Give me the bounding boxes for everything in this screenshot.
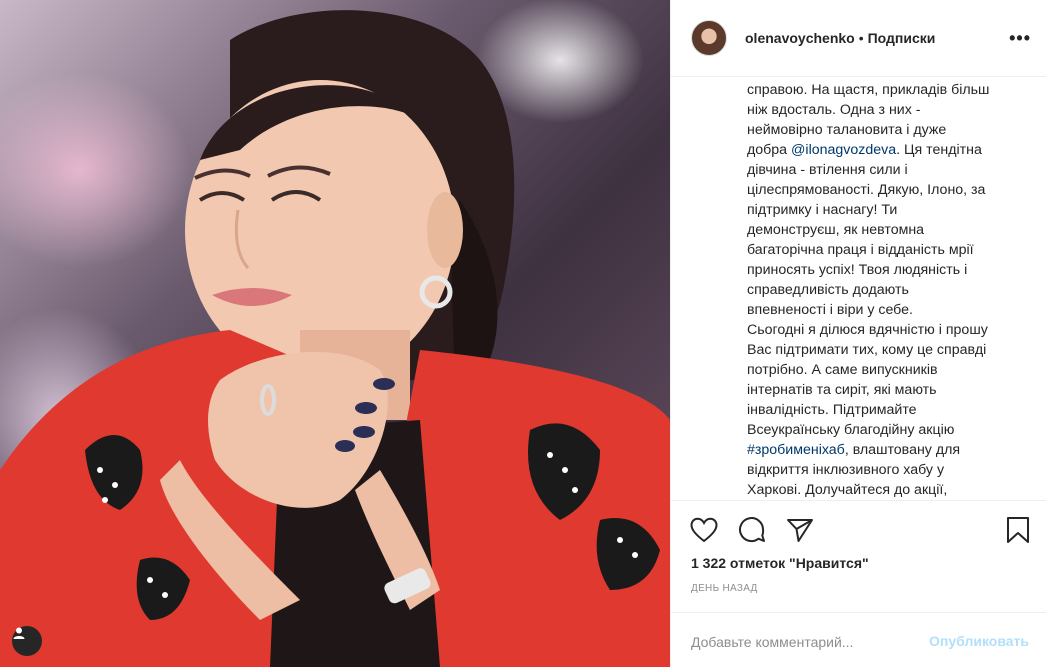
more-options-icon[interactable]: ••• bbox=[1009, 28, 1031, 49]
post-timestamp[interactable]: ДЕНЬ НАЗАД bbox=[691, 583, 758, 594]
avatar[interactable] bbox=[691, 20, 727, 56]
caption-line: справедливість додають bbox=[747, 282, 909, 298]
caption-line: інвалідність. Підтримайте bbox=[747, 402, 917, 418]
caption-line: справою. На щастя, прикладів більш bbox=[747, 82, 990, 98]
mention-link[interactable]: @ilonagvozdeva bbox=[791, 142, 896, 158]
caption-line: інтернатів та сиріт, які мають bbox=[747, 382, 937, 398]
comment-form: Опубликовать bbox=[671, 612, 1046, 667]
caption-line: Всеукраїнську благодійну акцію bbox=[747, 422, 955, 438]
caption-text: . Ця тендітна bbox=[896, 142, 982, 158]
post-details-panel: olenavoychenko • Подписки ••• справою. Н… bbox=[670, 0, 1046, 667]
share-icon[interactable] bbox=[785, 515, 815, 545]
action-icons bbox=[689, 515, 815, 545]
caption-line: цілеспрямованості. Дякую, Ілоно, за bbox=[747, 182, 986, 198]
publish-button[interactable]: Опубликовать bbox=[929, 633, 1029, 649]
caption-line: добра @ilonagvozdeva. Ця тендітна bbox=[747, 140, 1027, 160]
caption-line: ніж вдосталь. Одна з них - bbox=[747, 102, 921, 118]
caption-line: потрібно. А саме випускників bbox=[747, 362, 938, 378]
post-photo-illustration bbox=[0, 10, 670, 667]
caption-line: підтримку і наснагу! Ти bbox=[747, 202, 898, 218]
caption-line: Вас підтримати тих, кому це справді bbox=[747, 342, 987, 358]
post-header: olenavoychenko • Подписки ••• bbox=[671, 0, 1046, 77]
username-link[interactable]: olenavoychenko bbox=[745, 30, 855, 46]
header-separator: • bbox=[858, 30, 864, 46]
following-button[interactable]: Подписки bbox=[868, 30, 936, 46]
caption-line: Харкові. Долучайтеся до акції, bbox=[747, 482, 948, 498]
caption-line: відкриття інклюзивного хабу у bbox=[747, 462, 945, 478]
caption-line: багаторічна праця і відданість мрії bbox=[747, 242, 974, 258]
caption-line: дівчина - втілення сили і bbox=[747, 162, 908, 178]
bookmark-icon[interactable] bbox=[1003, 515, 1033, 545]
caption-line: демонструєш, як невтомна bbox=[747, 222, 925, 238]
caption-text: , влаштовану для bbox=[844, 442, 961, 458]
heart-icon[interactable] bbox=[689, 515, 719, 545]
caption-line: впевненості і віри у себе. bbox=[747, 302, 913, 318]
comment-input[interactable] bbox=[691, 631, 911, 653]
likes-count[interactable]: 1 322 отметок "Нравится" bbox=[691, 555, 869, 571]
user-tag-icon[interactable] bbox=[12, 626, 42, 656]
caption-line: неймовірно талановита і дуже bbox=[747, 122, 947, 138]
caption-line: Сьогодні я ділюся вдячністю і прошу bbox=[747, 322, 988, 338]
hashtag-link[interactable]: #зробименіхаб bbox=[747, 442, 845, 458]
post-actions: 1 322 отметок "Нравится" ДЕНЬ НАЗАД bbox=[671, 500, 1046, 600]
caption-line: #зробименіхаб, влаштовану для bbox=[747, 440, 1027, 460]
post-caption: справою. На щастя, прикладів більш ніж в… bbox=[747, 80, 1027, 500]
comment-icon[interactable] bbox=[737, 515, 767, 545]
caption-text: добра bbox=[747, 142, 792, 158]
caption-line: приносять успіх! Твоя людяність і bbox=[747, 262, 968, 278]
post-photo[interactable] bbox=[0, 0, 670, 667]
